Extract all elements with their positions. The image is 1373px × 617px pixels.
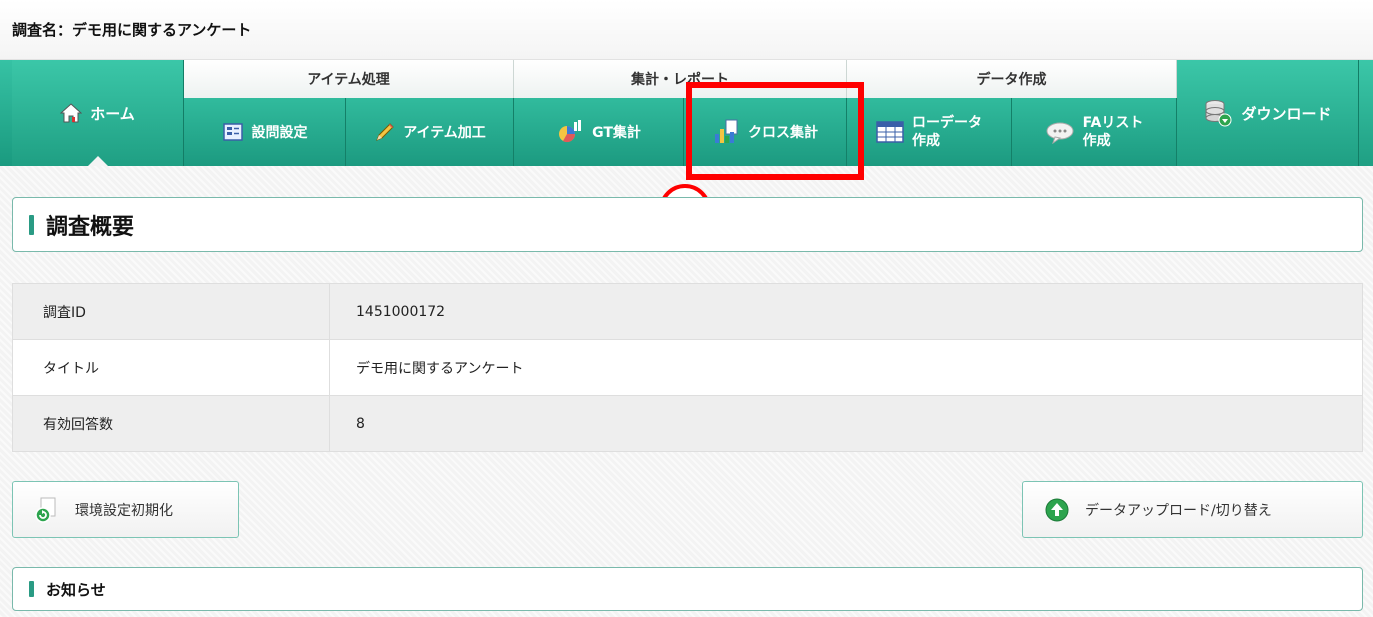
nav-group-item-processing: アイテム処理 xyxy=(184,60,514,98)
nav-download-label: ダウンロード xyxy=(1241,104,1332,123)
reset-settings-button[interactable]: 環境設定初期化 xyxy=(12,481,239,538)
reset-settings-icon xyxy=(33,496,61,524)
nav-download[interactable]: ダウンロード xyxy=(1177,60,1359,166)
nav-item-gt-tabulation[interactable]: GT集計 xyxy=(514,98,684,166)
table-row: 調査ID 1451000172 xyxy=(12,283,1363,340)
nav-edge xyxy=(1359,60,1373,166)
nav-item-raw-data[interactable]: ローデータ 作成 xyxy=(847,98,1012,166)
heading-accent-bar xyxy=(29,581,34,597)
nav-group-label: アイテム処理 xyxy=(307,72,390,88)
data-upload-switch-label: データアップロード/切り替え xyxy=(1085,502,1272,519)
nav-item-label: GT集計 xyxy=(592,125,641,141)
pencil-icon xyxy=(373,121,395,143)
table-cell-key: タイトル xyxy=(12,339,330,396)
table-cell-key: 調査ID xyxy=(12,283,330,340)
active-pointer xyxy=(88,156,108,166)
nav-item-label-sub: 作成 xyxy=(1082,133,1111,149)
database-download-icon xyxy=(1203,98,1233,128)
news-heading-text: お知らせ xyxy=(46,580,106,599)
table-cell-key: 有効回答数 xyxy=(12,395,330,452)
nav-home-label: ホーム xyxy=(90,104,135,123)
speech-bubble-icon xyxy=(1045,120,1075,144)
nav-edge xyxy=(0,60,12,166)
survey-title-bar: 調査名：デモ用に関するアンケート xyxy=(0,0,1373,60)
highlight-box xyxy=(686,82,864,180)
survey-title: 調査名：デモ用に関するアンケート xyxy=(12,21,252,39)
news-section-heading: お知らせ xyxy=(12,567,1363,611)
home-icon xyxy=(59,103,83,123)
data-upload-switch-button[interactable]: データアップロード/切り替え xyxy=(1022,481,1363,538)
overview-heading-text: 調査概要 xyxy=(46,214,135,240)
overview-table: 調査ID 1451000172 タイトル デモ用に関するアンケート 有効回答数 … xyxy=(12,283,1363,452)
nav-group-data-creation: データ作成 xyxy=(847,60,1177,98)
table-row: 有効回答数 8 xyxy=(12,395,1363,452)
nav-item-question-settings[interactable]: 設問設定 xyxy=(184,98,346,166)
table-cell-value: デモ用に関するアンケート xyxy=(329,339,1363,396)
nav-item-label: FAリスト xyxy=(1082,115,1144,131)
table-row: タイトル デモ用に関するアンケート xyxy=(12,339,1363,396)
overview-section-heading: 調査概要 xyxy=(12,197,1363,252)
nav-item-label: 設問設定 xyxy=(251,125,308,141)
raw-data-table-icon xyxy=(876,120,904,144)
reset-settings-label: 環境設定初期化 xyxy=(75,502,173,519)
nav-item-label: アイテム加工 xyxy=(403,125,486,141)
nav-item-label-sub: 作成 xyxy=(912,133,940,149)
nav-home[interactable]: ホーム xyxy=(12,60,184,166)
nav-item-label: ローデータ xyxy=(912,115,982,131)
nav-item-fa-list[interactable]: FAリスト 作成 xyxy=(1012,98,1177,166)
upload-arrow-icon xyxy=(1043,496,1071,524)
nav-item-label-group: FAリスト 作成 xyxy=(1083,114,1144,150)
table-cell-value: 1451000172 xyxy=(329,283,1363,340)
heading-accent-bar xyxy=(29,214,34,235)
question-settings-icon xyxy=(222,121,244,143)
nav-group-label: データ作成 xyxy=(976,72,1047,88)
nav-item-label-group: ローデータ 作成 xyxy=(912,114,982,150)
nav-item-item-processing[interactable]: アイテム加工 xyxy=(346,98,514,166)
table-cell-value: 8 xyxy=(329,395,1363,452)
gt-chart-icon xyxy=(556,118,584,146)
